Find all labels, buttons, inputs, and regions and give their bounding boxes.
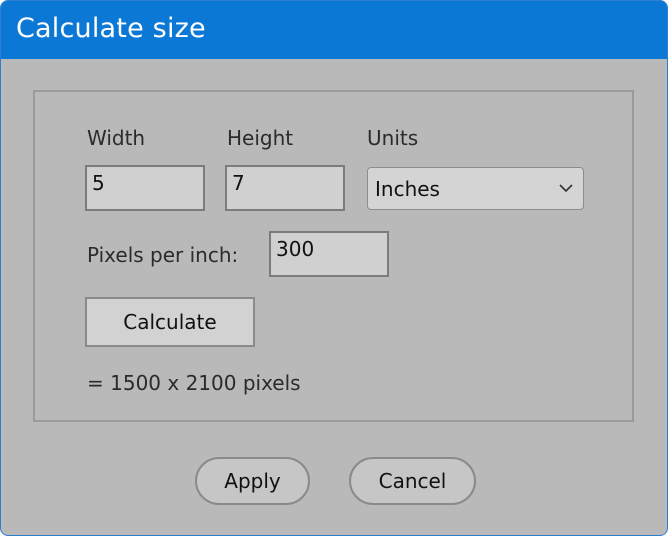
units-label: Units bbox=[367, 126, 419, 150]
calculate-size-dialog: Calculate size Width Height Units 5 7 In… bbox=[0, 0, 668, 536]
height-input[interactable]: 7 bbox=[225, 165, 345, 211]
units-selected-value: Inches bbox=[375, 177, 440, 201]
title-bar[interactable]: Calculate size bbox=[1, 1, 667, 59]
pixels-per-inch-label: Pixels per inch: bbox=[87, 243, 239, 267]
width-label: Width bbox=[87, 126, 146, 150]
calculate-button[interactable]: Calculate bbox=[85, 297, 255, 347]
units-dropdown[interactable]: Inches bbox=[367, 167, 584, 210]
pixels-per-inch-input[interactable]: 300 bbox=[269, 231, 389, 277]
cancel-button[interactable]: Cancel bbox=[349, 457, 476, 505]
height-label: Height bbox=[227, 126, 294, 150]
chevron-down-icon bbox=[559, 184, 573, 193]
dialog-title: Calculate size bbox=[16, 13, 206, 44]
width-input[interactable]: 5 bbox=[85, 165, 205, 211]
result-text: = 1500 x 2100 pixels bbox=[87, 371, 301, 395]
apply-button[interactable]: Apply bbox=[195, 457, 310, 505]
